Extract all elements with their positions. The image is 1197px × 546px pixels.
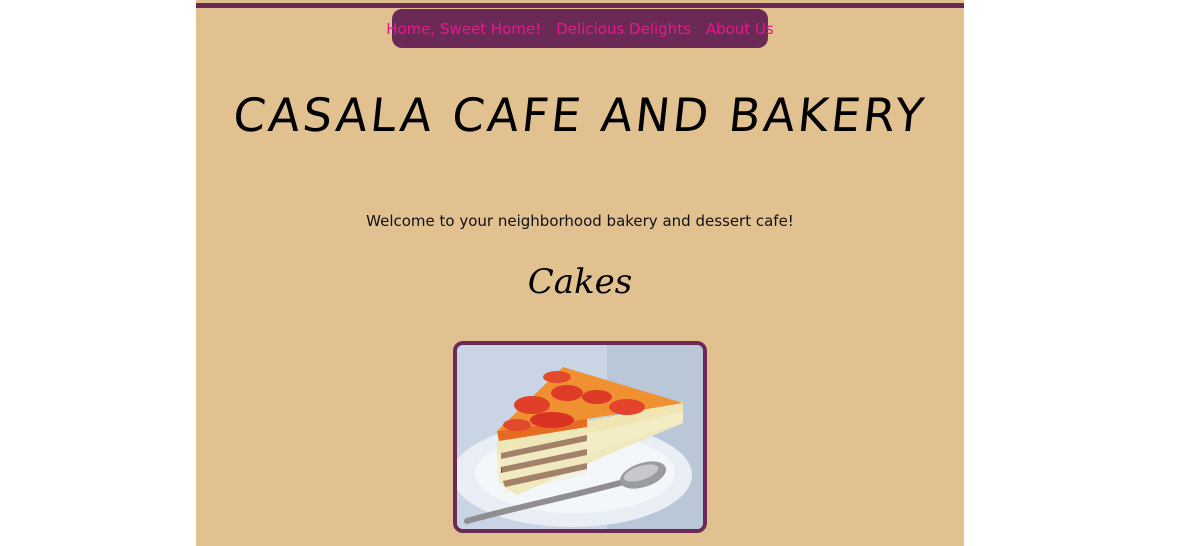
nav-link-home[interactable]: Home, Sweet Home!	[386, 20, 541, 38]
nav-link-delicious-delights[interactable]: Delicious Delights	[556, 20, 691, 38]
cake-photo	[453, 341, 707, 533]
cake-slice-illustration	[457, 345, 703, 529]
section-title-cakes: Cakes	[527, 262, 633, 302]
welcome-text: Welcome to your neighborhood bakery and …	[366, 212, 794, 230]
top-accent-bar	[196, 3, 964, 8]
nav-link-about-us[interactable]: About Us	[706, 20, 774, 38]
page-container: Home, Sweet Home! Delicious Delights Abo…	[196, 0, 964, 546]
main-nav: Home, Sweet Home! Delicious Delights Abo…	[386, 9, 774, 48]
site-title: CASALA CAFE AND BAKERY	[230, 88, 930, 142]
